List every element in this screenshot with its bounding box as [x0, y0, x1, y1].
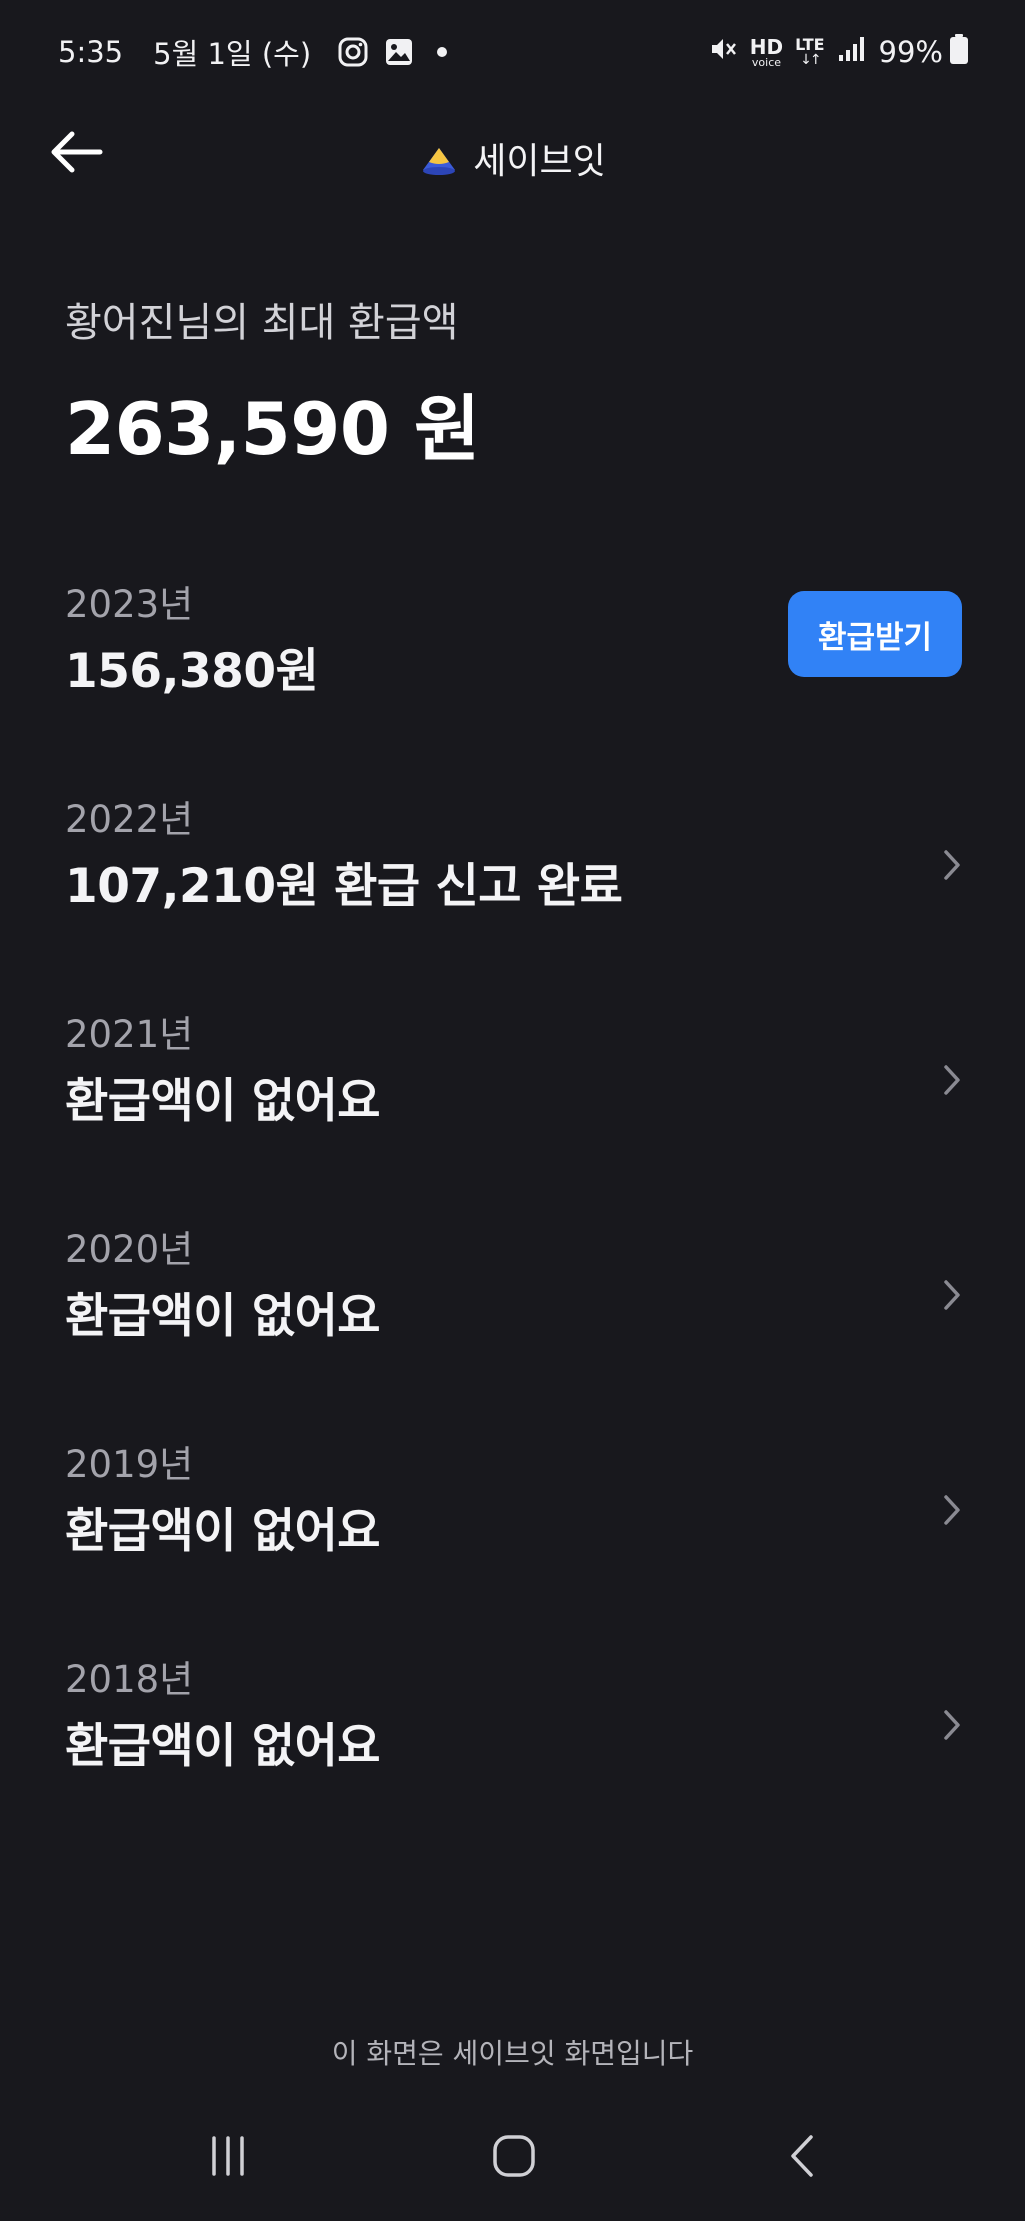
home-button[interactable] — [474, 2124, 554, 2188]
year-label: 2020년 — [65, 1228, 194, 1271]
chevron-right-icon — [938, 845, 966, 885]
year-refund-status: 환급액이 없어요 — [65, 1289, 381, 1344]
instagram-icon — [337, 36, 369, 68]
max-refund-label: 황어진님의 최대 환급액 — [65, 300, 459, 346]
app-header: 세이브잇 — [0, 110, 1025, 210]
hd-voice-icon: HD voice — [750, 37, 783, 68]
chevron-right-icon — [938, 1490, 966, 1530]
year-row-2022[interactable]: 2022년 107,210원 환급 신고 완료 — [0, 775, 1025, 990]
battery-percent: 99% — [878, 35, 943, 69]
system-nav-bar — [0, 2100, 1025, 2221]
max-refund-amount: 263,590 원 — [65, 387, 480, 471]
data-arrows-icon: ↓↑ — [800, 52, 822, 68]
year-row-2020[interactable]: 2020년 환급액이 없어요 — [0, 1205, 1025, 1420]
mute-icon — [708, 34, 738, 71]
status-bar: 5:35 5월 1일 (수) HD voice LTE ↓↑ 99% — [0, 0, 1025, 100]
lte-label: LTE — [795, 35, 825, 54]
year-row-2021[interactable]: 2021년 환급액이 없어요 — [0, 990, 1025, 1205]
hd-label: HD — [749, 34, 784, 59]
chevron-right-icon — [938, 1275, 966, 1315]
year-row-2019[interactable]: 2019년 환급액이 없어요 — [0, 1420, 1025, 1635]
year-label: 2022년 — [65, 798, 194, 841]
claim-refund-button[interactable]: 환급받기 — [788, 591, 962, 677]
recent-apps-button[interactable] — [188, 2124, 268, 2188]
battery-icon — [949, 33, 969, 72]
year-row-2023: 2023년 156,380원 환급받기 — [0, 560, 1025, 775]
lte-icon: LTE ↓↑ — [795, 35, 825, 68]
year-refund-status: 환급액이 없어요 — [65, 1504, 381, 1559]
year-label: 2018년 — [65, 1658, 194, 1701]
status-right: HD voice LTE ↓↑ 99% — [696, 30, 969, 74]
header-brand: 세이브잇 — [0, 132, 1025, 184]
chevron-right-icon — [938, 1060, 966, 1100]
notification-dot-icon — [437, 47, 448, 57]
status-date: 5월 1일 (수) — [153, 37, 312, 71]
year-refund-status: 환급액이 없어요 — [65, 1719, 381, 1774]
year-label: 2019년 — [65, 1443, 194, 1486]
hd-voice-label: voice — [751, 55, 782, 69]
year-refund-status: 환급액이 없어요 — [65, 1074, 381, 1129]
status-left: 5:35 5월 1일 (수) — [58, 30, 448, 74]
year-refund-amount: 156,380원 — [65, 644, 319, 699]
page-title: 세이브잇 — [473, 141, 606, 182]
saveit-logo-icon — [419, 138, 459, 178]
system-back-button[interactable] — [762, 2124, 842, 2188]
gallery-icon — [383, 36, 415, 68]
chevron-left-icon — [791, 2135, 813, 2177]
year-label: 2023년 — [65, 583, 194, 626]
status-time: 5:35 — [58, 35, 124, 69]
recent-apps-icon — [212, 2136, 244, 2176]
year-row-2018[interactable]: 2018년 환급액이 없어요 — [0, 1635, 1025, 1850]
signal-icon — [837, 35, 867, 70]
home-icon — [493, 2135, 535, 2177]
year-label: 2021년 — [65, 1013, 194, 1056]
footer-note: 이 화면은 세이브잇 화면입니다 — [331, 2037, 694, 2070]
year-refund-status: 107,210원 환급 신고 완료 — [65, 859, 623, 914]
year-list: 2023년 156,380원 환급받기 2022년 107,210원 환급 신고… — [0, 560, 1025, 1850]
chevron-right-icon — [938, 1705, 966, 1745]
